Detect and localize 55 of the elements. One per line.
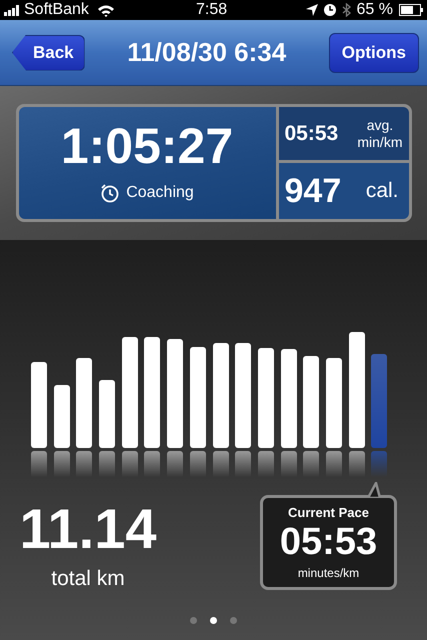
pace-unit: min/km [357, 134, 402, 150]
pace-bar[interactable] [122, 337, 138, 448]
pace-bar[interactable] [348, 332, 365, 448]
duration-value: 1:05:27 [60, 121, 234, 171]
bluetooth-icon [342, 3, 351, 17]
coaching-label: Coaching [126, 183, 194, 203]
pace-bar[interactable] [167, 339, 184, 448]
pace-bar[interactable] [326, 358, 342, 448]
bar-reflection [167, 451, 184, 477]
clock-icon [324, 4, 336, 16]
bar-reflection [99, 451, 116, 477]
pace-bar[interactable] [235, 342, 252, 448]
bar-reflection [190, 451, 206, 477]
bar-reflection [280, 451, 297, 477]
distance-unit: total km [51, 566, 125, 592]
alarm-clock-icon [100, 183, 120, 203]
calories-unit: cal. [366, 178, 398, 204]
bar-reflection [212, 451, 228, 477]
pace-bar[interactable] [303, 356, 320, 448]
bar-reflection [326, 451, 342, 477]
bar-reflection [258, 451, 274, 477]
wifi-icon [96, 4, 115, 16]
location-arrow-icon [306, 4, 318, 16]
callout-unit: minutes/km [298, 564, 360, 582]
pace-bar[interactable] [76, 358, 92, 448]
bar-reflection [31, 451, 47, 477]
pace-bar[interactable] [54, 385, 70, 448]
options-button[interactable]: Options [328, 32, 419, 72]
bar-reflection [235, 451, 252, 477]
pace-bar[interactable] [212, 342, 228, 448]
pace-bar[interactable] [190, 346, 206, 448]
battery-percent: 65 % [356, 2, 393, 18]
avg-label: avg. [366, 116, 394, 134]
calories-value: 947 [284, 170, 342, 212]
bar-reflection [144, 451, 160, 477]
pace-bar[interactable] [144, 337, 160, 448]
pace-bar[interactable] [258, 348, 274, 448]
bar-reflection [54, 451, 70, 477]
bar-reflection [122, 451, 138, 477]
bar-reflection [303, 451, 320, 477]
clock-time: 7:58 [196, 2, 228, 18]
pace-bar[interactable] [99, 380, 116, 448]
current-pace-value: 05:53 [280, 522, 378, 561]
bar-reflection [348, 451, 365, 477]
pace-bar[interactable] [280, 348, 297, 448]
distance-value: 11.14 [19, 501, 157, 557]
carrier-name: SoftBank [24, 2, 89, 18]
back-button[interactable]: Back [12, 34, 85, 70]
avg-pace-value: 05:53 [284, 120, 338, 147]
battery-icon [399, 4, 423, 16]
callout-title: Current Pace [288, 504, 369, 522]
screen-title: 11/08/30 6:34 [127, 36, 286, 69]
bar-reflection [76, 451, 92, 477]
bar-reflection [371, 451, 388, 477]
signal-icon [4, 4, 22, 16]
